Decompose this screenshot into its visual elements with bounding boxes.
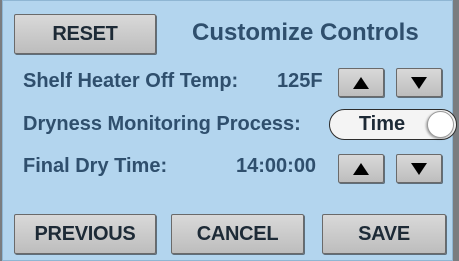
triangle-up-icon xyxy=(353,76,369,89)
final-dry-time-increase-button[interactable] xyxy=(338,154,384,183)
page-title: Customize Controls xyxy=(192,19,419,46)
reset-button[interactable]: RESET xyxy=(14,14,156,54)
final-dry-time-value: 14:00:00 xyxy=(236,155,317,177)
reset-button-label: RESET xyxy=(52,22,118,45)
toggle-knob xyxy=(427,111,454,138)
final-dry-time-decrease-button[interactable] xyxy=(396,154,442,183)
shelf-heater-label: Shelf Heater Off Temp: xyxy=(23,70,239,92)
cancel-button-label: CANCEL xyxy=(196,222,279,245)
shelf-heater-decrease-button[interactable] xyxy=(396,68,442,97)
previous-button-label: PREVIOUS xyxy=(34,222,136,245)
save-button[interactable]: SAVE xyxy=(322,214,446,254)
dryness-monitoring-label: Dryness Monitoring Process: xyxy=(23,113,301,135)
triangle-down-icon xyxy=(411,162,427,175)
shelf-heater-increase-button[interactable] xyxy=(338,68,384,97)
controls-panel: RESET Customize Controls Shelf Heater Of… xyxy=(2,0,457,261)
toggle-value: Time xyxy=(358,112,406,135)
dryness-monitoring-toggle[interactable]: Time xyxy=(329,109,457,140)
cancel-button[interactable]: CANCEL xyxy=(171,214,304,254)
triangle-up-icon xyxy=(353,162,369,175)
save-button-label: SAVE xyxy=(358,222,410,245)
triangle-down-icon xyxy=(411,76,427,89)
final-dry-time-label: Final Dry Time: xyxy=(23,155,168,177)
previous-button[interactable]: PREVIOUS xyxy=(14,214,156,254)
shelf-heater-value: 125F xyxy=(277,70,323,92)
